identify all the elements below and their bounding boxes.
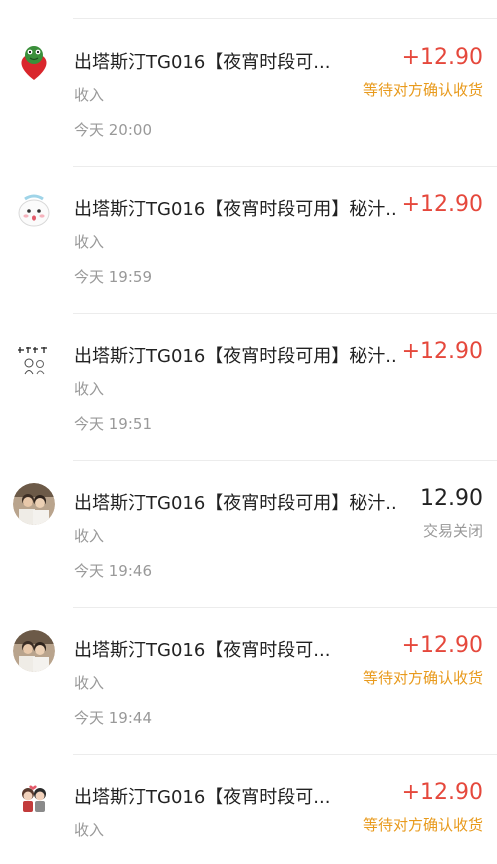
transaction-title: 出塔斯汀TG016【夜宵时段可用】秘汁... [74, 199, 396, 220]
transaction-amount: +12.90 [401, 633, 483, 658]
row-divider [73, 166, 497, 167]
transaction-status: 等待对方确认收货 [362, 816, 483, 834]
transaction-status: 交易关闭 [422, 522, 483, 540]
frog-heart-avatar-icon[interactable] [13, 42, 55, 84]
transaction-amount: 12.90 [420, 486, 483, 511]
row-divider [73, 754, 497, 755]
transaction-time: 今天 19:59 [74, 268, 152, 286]
transaction-amount: +12.90 [401, 339, 483, 364]
row-divider [73, 18, 497, 19]
transaction-row[interactable]: 出塔斯汀TG016【夜宵时段可用】秘汁... 收入 今天 19:51 +12.9… [0, 313, 497, 460]
transaction-type: 收入 [74, 527, 105, 545]
transaction-time: 今天 19:46 [74, 562, 152, 580]
row-divider [73, 313, 497, 314]
transaction-row[interactable]: 出塔斯汀TG016【夜宵时段可用】秘汁... 收入 今天 19:59 +12.9… [0, 166, 497, 313]
transaction-row[interactable]: 出塔斯汀TG016【夜宵时段可... 收入 今天 19:44 +12.90 等待… [0, 607, 497, 754]
transaction-status: 等待对方确认收货 [362, 669, 483, 687]
transaction-title: 出塔斯汀TG016【夜宵时段可... [74, 52, 331, 73]
transaction-row[interactable]: 出塔斯汀TG016【夜宵时段可... 收入 今天 20:00 +12.90 等待… [0, 18, 497, 166]
sketch-text-avatar-icon[interactable] [13, 336, 55, 378]
transaction-time: 今天 19:44 [74, 709, 152, 727]
transaction-type: 收入 [74, 380, 105, 398]
transaction-type: 收入 [74, 233, 105, 251]
transaction-type: 收入 [74, 674, 105, 692]
transaction-title: 出塔斯汀TG016【夜宵时段可用】秘汁... [74, 493, 396, 514]
photo-avatar-icon[interactable] [13, 630, 55, 672]
transaction-row[interactable]: 出塔斯汀TG016【夜宵时段可用】秘汁... 收入 今天 19:46 12.90… [0, 460, 497, 607]
transaction-type: 收入 [74, 86, 105, 104]
row-divider [73, 607, 497, 608]
transaction-amount: +12.90 [401, 780, 483, 805]
transaction-time: 今天 19:51 [74, 415, 152, 433]
transaction-amount: +12.90 [401, 192, 483, 217]
couple-avatar-icon[interactable] [13, 777, 55, 819]
transaction-amount: +12.90 [401, 45, 483, 70]
transaction-title: 出塔斯汀TG016【夜宵时段可用】秘汁... [74, 346, 396, 367]
transaction-title: 出塔斯汀TG016【夜宵时段可... [74, 787, 331, 808]
row-divider [73, 460, 497, 461]
photo-avatar-icon[interactable] [13, 483, 55, 525]
transaction-status: 等待对方确认收货 [362, 81, 483, 99]
cartoon-face-avatar-icon[interactable] [13, 189, 55, 231]
transaction-type: 收入 [74, 821, 105, 839]
transaction-title: 出塔斯汀TG016【夜宵时段可... [74, 640, 331, 661]
transaction-time: 今天 20:00 [74, 121, 152, 139]
transaction-row[interactable]: 出塔斯汀TG016【夜宵时段可... 收入 +12.90 等待对方确认收货 [0, 754, 497, 864]
